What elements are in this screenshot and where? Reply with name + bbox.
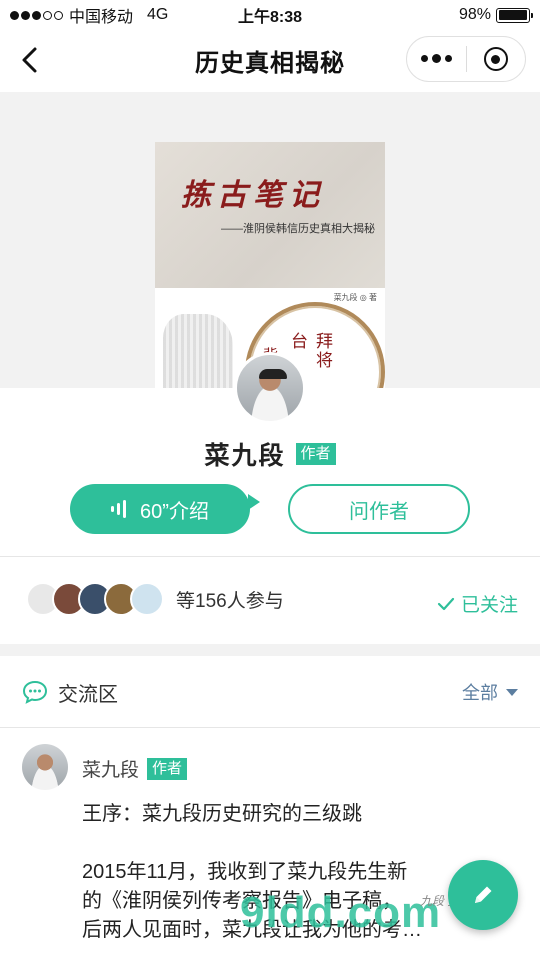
ask-author-button[interactable]: 问作者 bbox=[288, 484, 470, 534]
author-badge: 作者 bbox=[295, 443, 336, 465]
nav-bar: 历史真相揭秘 bbox=[0, 30, 540, 90]
discussion-title: 交流区 bbox=[58, 683, 118, 706]
signal-icon bbox=[10, 10, 63, 20]
post-author-badge: 作者 bbox=[147, 757, 188, 780]
battery-percent: 98% bbox=[458, 6, 491, 23]
cover-author: 菜九段 ◎ 著 bbox=[333, 293, 377, 302]
post-author-avatar[interactable] bbox=[22, 744, 68, 790]
filter-label: 全部 bbox=[462, 683, 498, 703]
checkmark-icon bbox=[437, 597, 455, 610]
header-divider bbox=[0, 727, 540, 728]
caret-down-icon bbox=[506, 688, 518, 696]
battery-icon bbox=[496, 7, 533, 23]
post-spacer bbox=[82, 829, 502, 858]
menu-capsule bbox=[406, 36, 526, 82]
author-avatar[interactable] bbox=[234, 352, 306, 424]
participants-count: 等156人参与 bbox=[176, 590, 284, 612]
post-author-row: 菜九段 作者 bbox=[82, 755, 188, 782]
compose-button[interactable] bbox=[448, 860, 518, 930]
audio-intro-label: 60”介绍 bbox=[140, 500, 209, 523]
follow-label: 已关注 bbox=[460, 595, 518, 616]
cover-subtitle: ——淮阴侯韩信历史真相大揭秘 bbox=[221, 223, 375, 235]
chat-bubble-icon bbox=[22, 680, 48, 704]
post-line: 2015年11月，我收到了菜九段先生新 bbox=[82, 861, 408, 883]
cover-illustration bbox=[163, 314, 233, 388]
participants-row[interactable]: 等156人参与 bbox=[26, 582, 284, 616]
audio-intro-button[interactable]: 60”介绍 bbox=[70, 484, 260, 534]
author-row: 菜九段 作者 bbox=[0, 436, 540, 472]
close-miniprogram-button[interactable] bbox=[467, 37, 526, 81]
participant-avatar bbox=[130, 582, 164, 616]
carrier-name: 中国移动 bbox=[69, 9, 134, 26]
follow-button[interactable]: 已关注 bbox=[437, 590, 518, 617]
more-button[interactable] bbox=[407, 37, 466, 81]
post-author-name[interactable]: 菜九段 bbox=[82, 755, 139, 782]
hero-banner: 拣古笔记 ——淮阴侯韩信历史真相大揭秘 菜九段 ◎ 著 拜将台 背水 bbox=[0, 92, 540, 388]
cover-title: 拣古笔记 bbox=[181, 178, 325, 213]
filter-dropdown[interactable]: 全部 bbox=[462, 679, 518, 705]
section-gap bbox=[0, 644, 540, 656]
sound-wave-icon bbox=[111, 500, 127, 518]
status-bar: 中国移动 4G 上午8:38 98% bbox=[0, 0, 540, 30]
more-dots-icon bbox=[420, 54, 452, 63]
section-divider bbox=[0, 556, 540, 557]
network-type: 4G bbox=[147, 6, 169, 23]
discussion-header: 交流区 全部 bbox=[0, 656, 540, 728]
author-name: 菜九段 bbox=[204, 442, 286, 470]
target-icon bbox=[483, 47, 508, 71]
watermark-logo: 9ldd.com bbox=[240, 888, 442, 937]
post-line: 王序：菜九段历史研究的三级跳 bbox=[82, 803, 362, 825]
pencil-icon bbox=[475, 886, 492, 903]
ask-author-label: 问作者 bbox=[349, 500, 409, 523]
